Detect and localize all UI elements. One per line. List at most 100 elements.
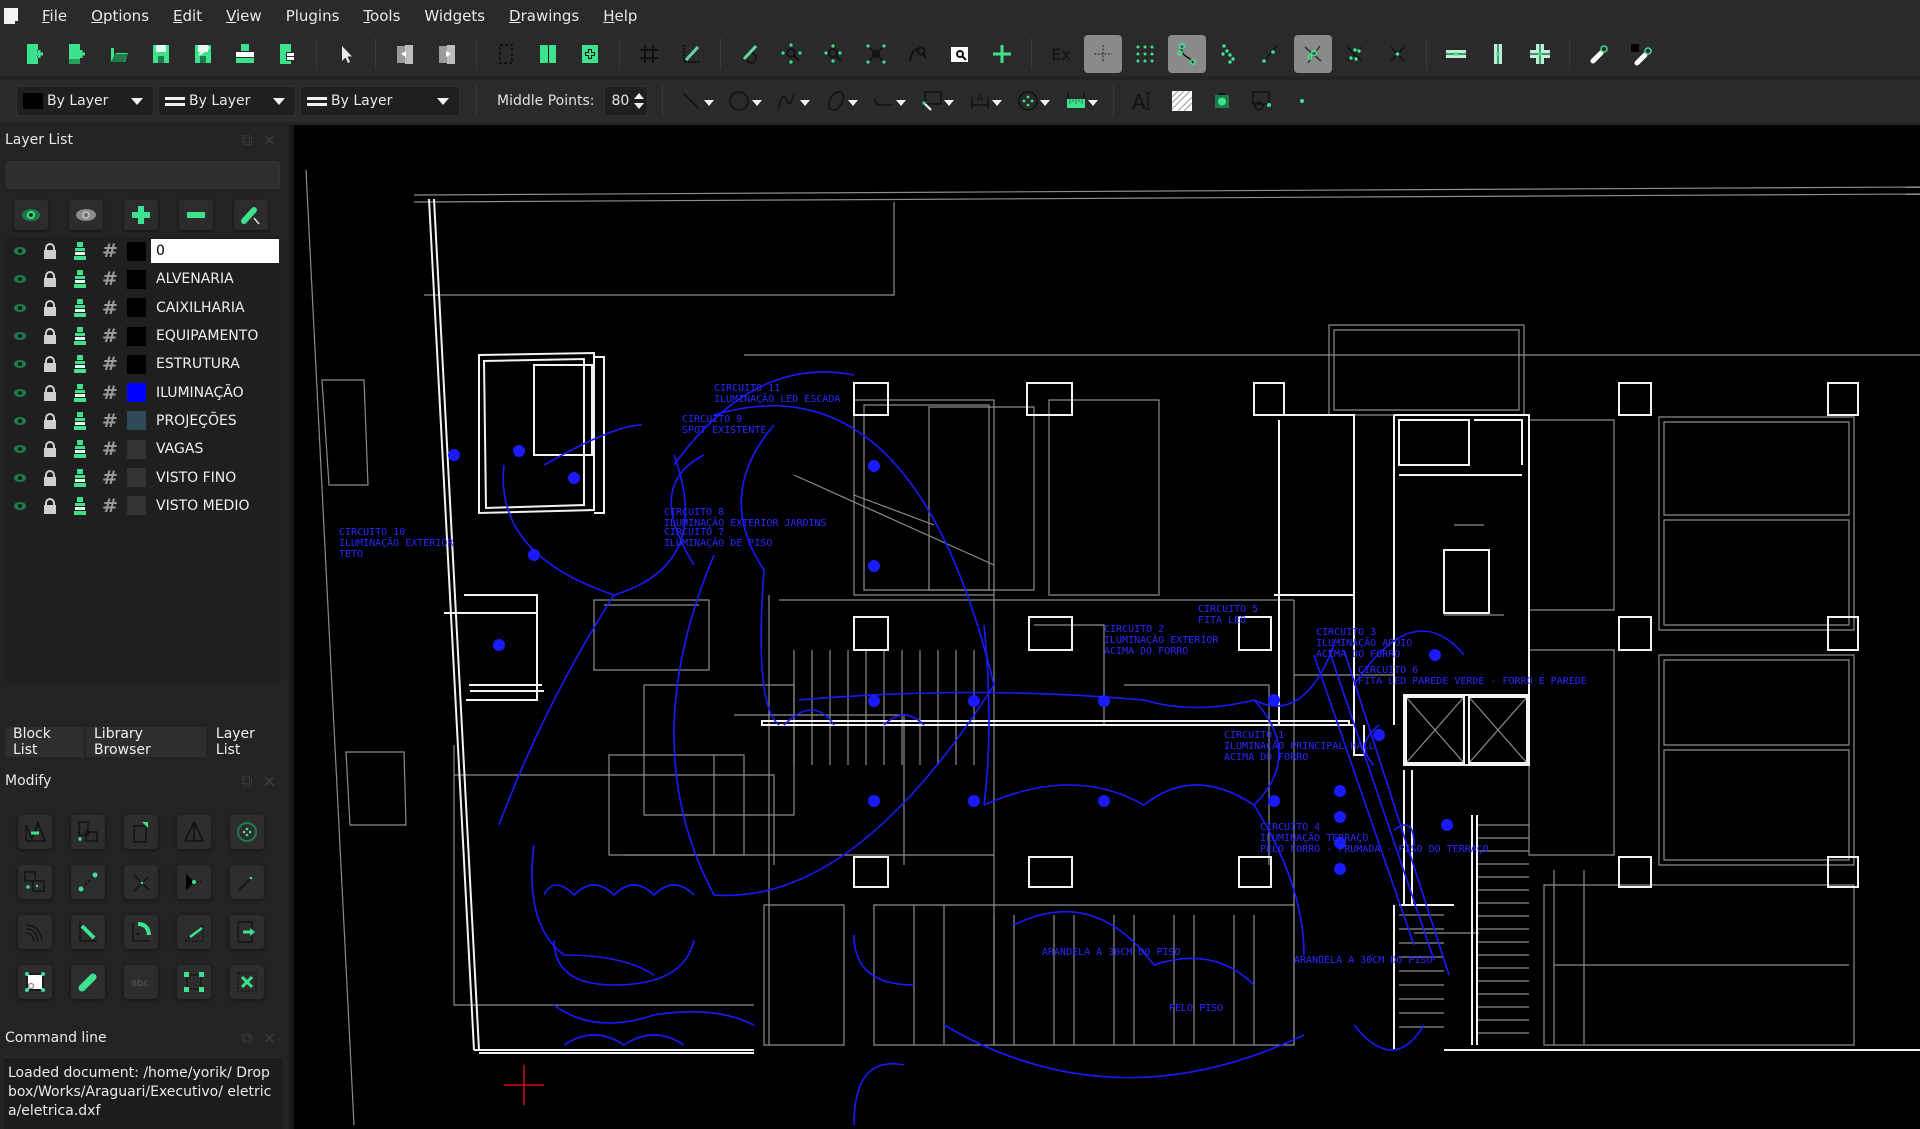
draft-mode-button[interactable] <box>672 35 710 73</box>
edit-layer-button[interactable] <box>234 200 268 230</box>
restrict-horizontal-button[interactable] <box>1437 35 1475 73</box>
tab-layer-list[interactable]: Layer List <box>207 726 288 758</box>
info-menu[interactable] <box>1058 84 1104 118</box>
layer-visibility-toggle[interactable] <box>5 303 35 313</box>
zoom-pan-button[interactable] <box>983 35 1021 73</box>
zoom-auto-button[interactable] <box>857 35 895 73</box>
layer-construction-toggle[interactable]: # <box>95 410 125 432</box>
layer-construction-toggle[interactable]: # <box>95 297 125 319</box>
layer-print-toggle[interactable] <box>65 496 95 515</box>
close-dock-icon[interactable]: ✕ <box>263 1029 276 1048</box>
zoom-previous-button[interactable] <box>899 35 937 73</box>
layer-row[interactable]: # CAIXILHARIA <box>5 294 281 322</box>
layer-color-swatch[interactable] <box>125 411 151 431</box>
layer-row[interactable]: # VISTO FINO <box>5 463 281 491</box>
layer-visibility-toggle[interactable] <box>5 331 35 341</box>
float-dock-icon[interactable]: ⧉ <box>241 771 252 791</box>
layer-visibility-toggle[interactable] <box>5 388 35 398</box>
select-pointer-button[interactable] <box>327 35 365 73</box>
layer-print-toggle[interactable] <box>65 411 95 430</box>
layer-construction-toggle[interactable]: # <box>95 268 125 290</box>
print-preview-button[interactable] <box>268 35 306 73</box>
layer-row[interactable]: # VAGAS <box>5 435 281 463</box>
layer-visibility-toggle[interactable] <box>5 274 35 284</box>
modify-move-button[interactable] <box>18 815 52 849</box>
modify-copy-button[interactable] <box>71 815 105 849</box>
layer-color-swatch[interactable] <box>125 298 151 318</box>
exclusive-snap-button[interactable]: Ex <box>1042 35 1080 73</box>
modify-trim-button[interactable] <box>124 865 158 899</box>
snap-distance-button[interactable] <box>1378 35 1416 73</box>
save-as-button[interactable] <box>184 35 222 73</box>
layer-lock-toggle[interactable] <box>35 412 65 429</box>
layer-row[interactable]: # EQUIPAMENTO <box>5 322 281 350</box>
layer-print-toggle[interactable] <box>65 242 95 261</box>
modify-stretch-button[interactable] <box>177 915 211 949</box>
menu-tools[interactable]: Tools <box>351 0 412 32</box>
lock-relative-zero-button[interactable] <box>1622 35 1660 73</box>
modify-delete-selection-button[interactable] <box>177 965 211 999</box>
menu-help[interactable]: Help <box>591 0 649 32</box>
layer-color-swatch[interactable] <box>125 383 151 403</box>
modify-mirror-button[interactable] <box>177 815 211 849</box>
layer-name[interactable]: ALVENARIA <box>151 267 281 291</box>
middle-points-spinbox[interactable]: 80 <box>604 86 649 116</box>
layer-name[interactable]: VISTO FINO <box>151 466 281 490</box>
float-dock-icon[interactable]: ⧉ <box>241 130 252 150</box>
layer-visibility-toggle[interactable] <box>5 473 35 483</box>
draw-spline-menu[interactable] <box>770 84 816 118</box>
image-tool-button[interactable] <box>1202 84 1242 118</box>
layer-color-swatch[interactable] <box>125 241 151 261</box>
menu-view[interactable]: View <box>214 0 274 32</box>
layer-filter-input[interactable] <box>6 161 280 189</box>
layer-lock-toggle[interactable] <box>35 384 65 401</box>
layer-visibility-toggle[interactable] <box>5 246 35 256</box>
layer-visibility-toggle[interactable] <box>5 501 35 511</box>
tab-block-list[interactable]: Block List <box>5 726 84 758</box>
zoom-in-button[interactable] <box>773 35 811 73</box>
draw-polyline-menu[interactable] <box>866 84 912 118</box>
menu-drawings[interactable]: Drawings <box>497 0 591 32</box>
layer-row[interactable]: # ILUMINAÇÃO <box>5 378 281 406</box>
layer-color-swatch[interactable] <box>125 496 151 516</box>
layer-color-swatch[interactable] <box>125 354 151 374</box>
layer-color-swatch[interactable] <box>125 326 151 346</box>
layer-construction-toggle[interactable]: # <box>95 325 125 347</box>
window-select-button[interactable] <box>487 35 525 73</box>
spin-down-icon[interactable] <box>634 103 645 109</box>
zoom-out-button[interactable] <box>815 35 853 73</box>
tab-library-browser[interactable]: Library Browser <box>86 726 206 758</box>
layer-print-toggle[interactable] <box>65 327 95 346</box>
add-layer-button[interactable] <box>124 200 158 230</box>
new-file-button[interactable] <box>16 35 54 73</box>
layer-print-toggle[interactable] <box>65 270 95 289</box>
draw-ellipse-menu[interactable] <box>818 84 864 118</box>
open-file-button[interactable] <box>100 35 138 73</box>
previous-view-button[interactable] <box>386 35 424 73</box>
restrict-orthogonal-button[interactable] <box>1521 35 1559 73</box>
set-relative-zero-button[interactable] <box>1580 35 1618 73</box>
layer-print-toggle[interactable] <box>65 440 95 459</box>
add-block-button[interactable] <box>529 35 567 73</box>
snap-center-button[interactable] <box>1252 35 1290 73</box>
menu-plugins[interactable]: Plugins <box>274 0 352 32</box>
layer-print-toggle[interactable] <box>65 298 95 317</box>
modify-rotate-two-button[interactable] <box>18 865 52 899</box>
layer-lock-toggle[interactable] <box>35 469 65 486</box>
modify-bevel-button[interactable] <box>71 915 105 949</box>
zoom-window-button[interactable] <box>941 35 979 73</box>
draw-line-menu[interactable] <box>674 84 720 118</box>
layer-row[interactable]: # VISTO MEDIO <box>5 492 281 520</box>
modify-explode-button[interactable] <box>230 915 264 949</box>
layer-lock-toggle[interactable] <box>35 441 65 458</box>
color-combo[interactable]: By Layer <box>16 86 154 116</box>
menu-widgets[interactable]: Widgets <box>412 0 497 32</box>
show-all-layers-button[interactable] <box>14 200 48 230</box>
grid-toggle-button[interactable] <box>630 35 668 73</box>
modify-round-button[interactable] <box>124 915 158 949</box>
menu-edit[interactable]: Edit <box>161 0 214 32</box>
menu-file[interactable]: File <box>30 0 79 32</box>
select-menu[interactable] <box>914 84 960 118</box>
layer-row[interactable]: #0 <box>5 237 281 265</box>
redraw-button[interactable] <box>731 35 769 73</box>
